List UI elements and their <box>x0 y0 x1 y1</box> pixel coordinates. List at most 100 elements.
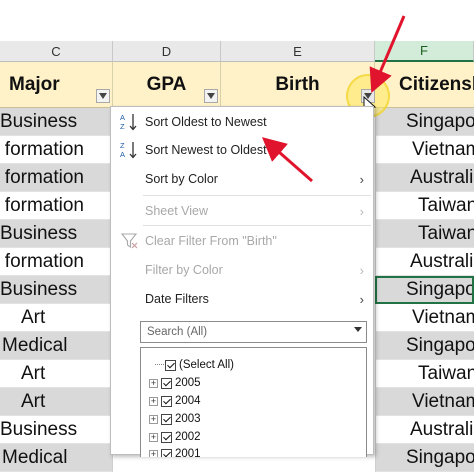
table-cell[interactable]: Vietnam <box>375 304 474 332</box>
menu-item-label: Sort by Color <box>145 172 218 186</box>
table-cell[interactable]: Australi <box>375 248 474 276</box>
table-cell[interactable]: Art <box>0 360 113 388</box>
checkbox[interactable] <box>161 377 172 389</box>
svg-text:A: A <box>120 113 125 122</box>
table-cell[interactable]: Australi <box>375 416 474 444</box>
table-cell[interactable]: formation <box>0 164 113 192</box>
cell-text: Singapo <box>406 446 474 468</box>
sort-descending-icon: Z A <box>120 141 137 159</box>
table-cell[interactable]: Business <box>0 416 113 444</box>
table-cell[interactable]: Australi <box>375 164 474 192</box>
sort-oldest-item[interactable]: A Z Sort Oldest to Newest <box>111 109 373 135</box>
table-cell[interactable]: Taiwan <box>375 360 474 388</box>
header-citizenship: Citizensh <box>375 62 474 108</box>
list-item-label: 2004 <box>175 395 201 407</box>
list-item-label: 2002 <box>175 431 201 443</box>
checkbox[interactable] <box>161 395 172 407</box>
table-cell[interactable]: Taiwan <box>375 220 474 248</box>
cell-text: Art <box>21 306 46 328</box>
list-item[interactable]: + 2004 <box>149 392 201 410</box>
menu-item-label: Sheet View <box>145 204 209 218</box>
table-cell[interactable]: Singapo <box>375 332 474 360</box>
list-item-label: 2001 <box>175 448 201 457</box>
table-cell[interactable]: Singapo <box>375 108 474 136</box>
filter-by-color-item: Filter by Color › <box>111 257 373 283</box>
cell-text: Singapo <box>406 334 474 356</box>
header-label: Citizensh <box>399 73 474 95</box>
expand-icon[interactable]: + <box>149 378 158 388</box>
cell-text: Art <box>21 362 46 384</box>
table-cell[interactable]: Vietnam <box>375 388 474 416</box>
expand-icon[interactable]: + <box>149 396 158 406</box>
tree-connector <box>155 364 164 366</box>
submenu-arrow-icon: › <box>359 203 364 219</box>
table-cell-selected[interactable]: Singapo <box>375 276 474 304</box>
cell-text: Australi <box>410 418 474 440</box>
cell-text: formation <box>4 250 84 272</box>
list-item[interactable]: + 2005 <box>149 374 201 392</box>
checkbox[interactable] <box>161 413 172 425</box>
filter-dropdown-icon[interactable] <box>204 89 218 103</box>
column-letter: C <box>51 43 61 59</box>
checkbox[interactable] <box>161 431 172 443</box>
table-cell[interactable]: Medical <box>0 444 113 472</box>
menu-item-label: Clear Filter From "Birth" <box>145 234 277 248</box>
table-cell[interactable]: Vietnam <box>375 136 474 164</box>
table-cell[interactable]: Taiwan <box>375 192 474 220</box>
sort-by-color-item[interactable]: Sort by Color › <box>111 166 373 192</box>
cell-text: Business <box>0 278 78 300</box>
table-cell[interactable]: Medical <box>0 332 113 360</box>
cell-text: Vietnam <box>412 138 474 160</box>
header-label: GPA <box>146 73 187 95</box>
cell-text: Business <box>0 418 78 440</box>
cell-text: Australi <box>410 166 474 188</box>
header-label: Major <box>9 73 60 95</box>
cell-text: Taiwan <box>418 362 474 384</box>
table-cell[interactable]: Singapo <box>375 444 474 472</box>
expand-icon[interactable]: + <box>149 432 158 442</box>
menu-divider <box>143 195 371 196</box>
checkbox[interactable] <box>161 448 172 457</box>
expand-icon[interactable]: + <box>149 449 158 457</box>
cell-text: Vietnam <box>412 390 474 412</box>
cell-text: Singapo <box>406 278 474 300</box>
menu-item-label: Filter by Color <box>145 263 223 277</box>
table-cell[interactable]: formation <box>0 248 113 276</box>
table-cell[interactable]: Business <box>0 276 113 304</box>
list-item[interactable]: + 2003 <box>149 410 201 428</box>
table-cell[interactable]: Business <box>0 220 113 248</box>
cell-text: Art <box>21 390 46 412</box>
cell-text: formation <box>4 194 84 216</box>
sort-newest-item[interactable]: Z A Sort Newest to Oldest <box>111 137 373 163</box>
column-header-d[interactable]: D <box>113 41 221 62</box>
table-cell[interactable]: Art <box>0 304 113 332</box>
column-header-c[interactable]: C <box>0 41 113 62</box>
chevron-down-icon[interactable] <box>354 327 362 332</box>
cell-text: Australi <box>410 250 474 272</box>
cell-text: Medical <box>2 446 68 468</box>
table-cell[interactable]: formation <box>0 136 113 164</box>
filter-menu: A Z Sort Oldest to Newest Z A Sort Newes… <box>110 106 374 457</box>
date-filters-item[interactable]: Date Filters › <box>111 286 373 312</box>
list-item[interactable]: + 2001 <box>149 445 201 457</box>
table-cell[interactable]: Business <box>0 108 113 136</box>
svg-text:Z: Z <box>120 141 125 150</box>
column-header-e[interactable]: E <box>221 41 375 62</box>
table-cell[interactable]: Art <box>0 388 113 416</box>
cell-text: Vietnam <box>412 306 474 328</box>
column-header-f[interactable]: F <box>375 41 474 62</box>
filter-search-input[interactable]: Search (All) <box>140 321 367 343</box>
list-item[interactable]: + 2002 <box>149 428 201 446</box>
checkbox[interactable] <box>165 359 176 371</box>
expand-icon[interactable]: + <box>149 414 158 424</box>
submenu-arrow-icon: › <box>359 262 364 278</box>
table-cell[interactable]: formation <box>0 192 113 220</box>
menu-item-label: Sort Oldest to Newest <box>145 115 267 129</box>
filter-dropdown-icon[interactable] <box>96 89 110 103</box>
menu-item-label: Date Filters <box>145 292 209 306</box>
sheet-view-item: Sheet View › <box>111 198 373 224</box>
list-item-select-all[interactable]: (Select All) <box>155 356 234 374</box>
svg-text:Z: Z <box>120 122 125 131</box>
list-item-label: 2005 <box>175 377 201 389</box>
ribbon-area <box>0 0 474 41</box>
